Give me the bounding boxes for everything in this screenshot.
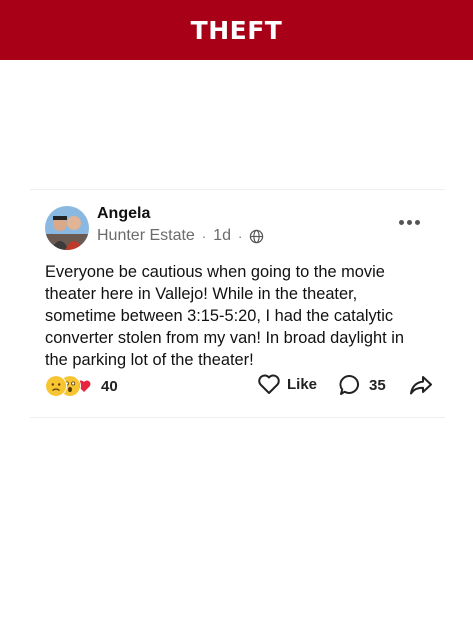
share-button[interactable] xyxy=(409,373,433,402)
post-body: Everyone be cautious when going to the m… xyxy=(45,263,404,369)
comment-count: 35 xyxy=(369,376,386,394)
globe-icon xyxy=(250,229,264,243)
comment-button[interactable]: 35 xyxy=(338,373,386,397)
share-arrow-icon xyxy=(410,376,432,395)
post-actions: 40 Like 35 xyxy=(45,373,435,401)
like-label: Like xyxy=(287,375,318,393)
meta-separator: · xyxy=(201,228,207,244)
avatar[interactable] xyxy=(45,206,89,250)
reactions-summary[interactable]: 40 xyxy=(45,375,118,397)
author-name[interactable]: Angela xyxy=(97,205,150,223)
heart-outline-icon xyxy=(258,374,280,394)
sad-emoji-icon xyxy=(45,375,67,397)
meta-separator: · xyxy=(237,228,243,244)
like-button[interactable]: Like xyxy=(257,373,317,395)
banner-title: THEFT xyxy=(190,15,283,45)
reaction-count: 40 xyxy=(101,377,118,395)
neighborhood-label[interactable]: Hunter Estate xyxy=(97,227,195,245)
post-card: Angela Hunter Estate · 1d · Everyone be … xyxy=(30,189,445,418)
speech-bubble-icon xyxy=(339,375,359,395)
post-time: 1d xyxy=(213,227,231,244)
more-options-icon[interactable] xyxy=(399,220,420,225)
category-banner: THEFT xyxy=(0,0,473,60)
post-meta: Hunter Estate · 1d · xyxy=(97,227,264,245)
